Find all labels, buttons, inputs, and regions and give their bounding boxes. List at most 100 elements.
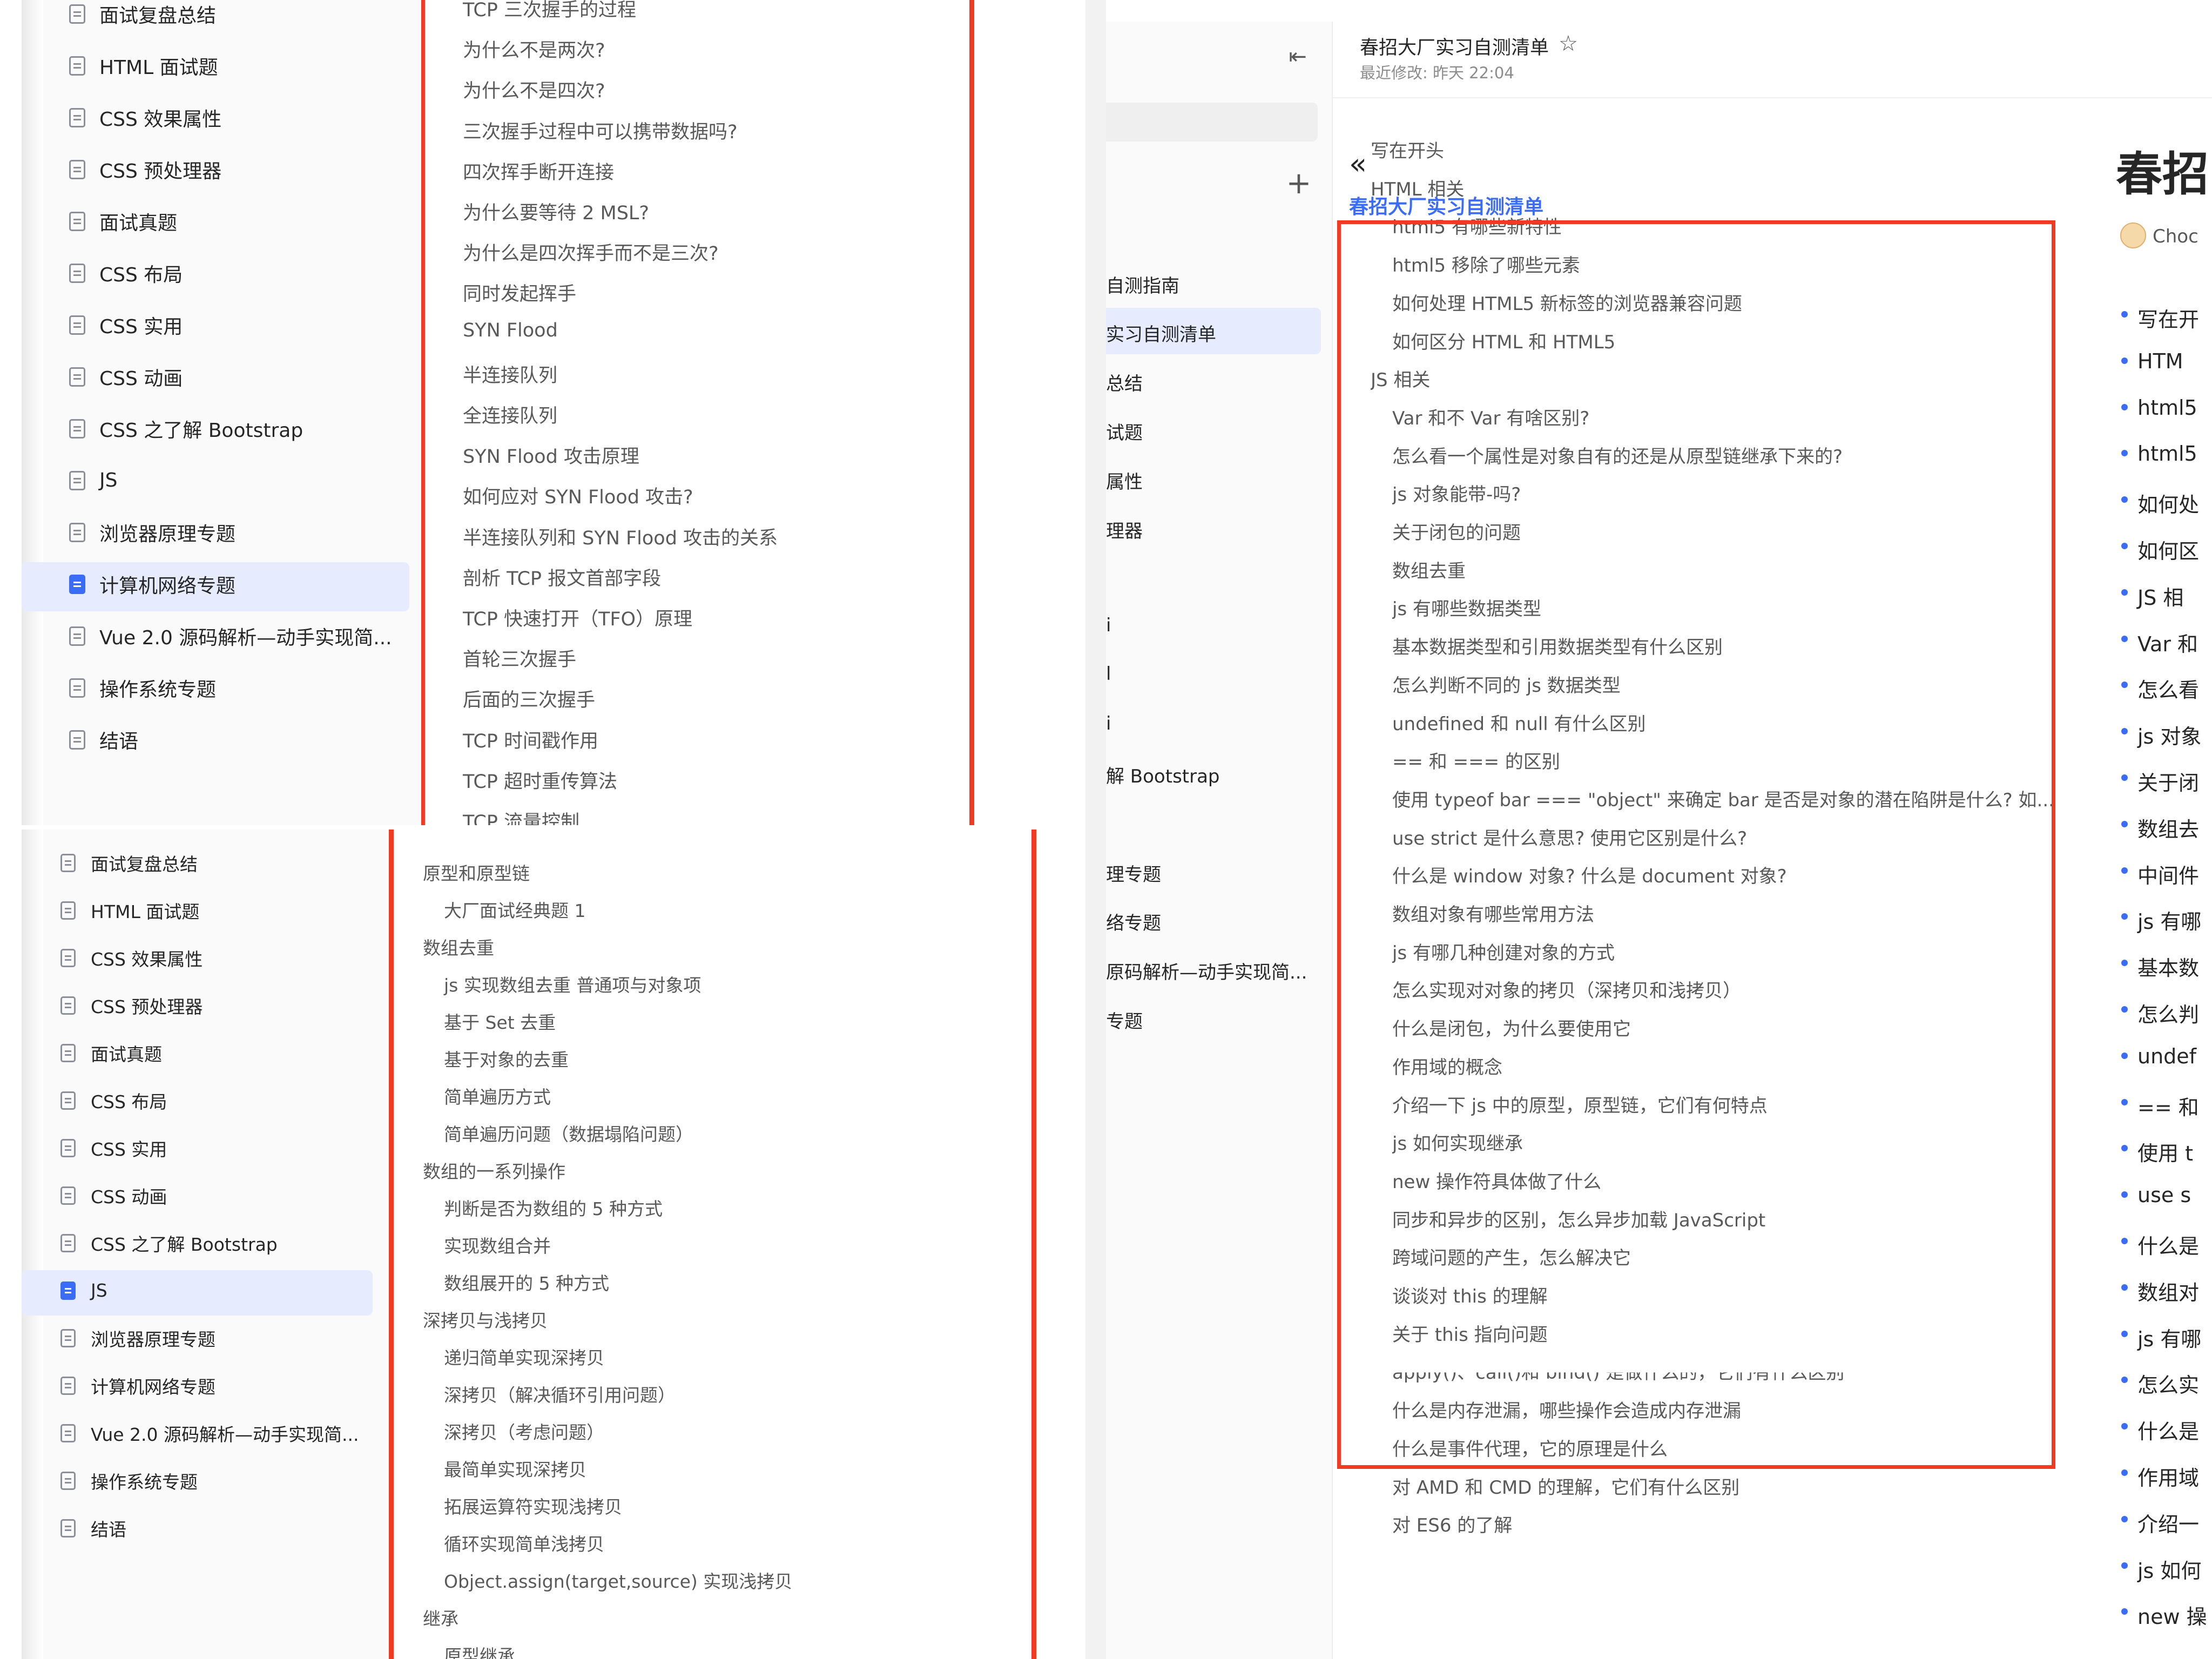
sidebar-item[interactable]: 理器 <box>1106 516 1143 543</box>
sidebar-item[interactable]: 试题 <box>1106 418 1143 444</box>
outline-item[interactable]: 同时发起挥手 <box>463 279 576 306</box>
outline-item[interactable]: 首轮三次握手 <box>463 644 576 672</box>
sidebar-item[interactable]: 原码解析—动手实现简... <box>1106 957 1307 984</box>
document-icon <box>60 996 76 1015</box>
sidebar-item-label: CSS 预处理器 <box>99 160 222 183</box>
outline-item[interactable]: 简单遍历方式 <box>444 1083 551 1109</box>
outline-item[interactable]: 深拷贝与浅拷贝 <box>423 1306 548 1332</box>
outline-item[interactable]: 拓展运算符实现浅拷贝 <box>444 1493 622 1519</box>
sidebar-item[interactable]: l <box>1106 663 1111 685</box>
outline-item[interactable]: 深拷贝（解决循环引用问题） <box>444 1381 676 1407</box>
sidebar-item[interactable]: CSS 动画 <box>69 363 183 390</box>
sidebar-item[interactable]: CSS 实用 <box>60 1136 167 1161</box>
sidebar-item[interactable]: 理专题 <box>1106 860 1161 886</box>
sidebar-item[interactable]: 计算机网络专题 <box>60 1373 215 1398</box>
outline-item[interactable]: TCP 时间戳作用 <box>463 726 598 753</box>
outline-item[interactable]: 原型继承 <box>444 1642 515 1659</box>
sidebar-item[interactable]: 自测指南 <box>1106 271 1179 298</box>
sidebar-item[interactable]: 操作系统专题 <box>69 675 216 702</box>
doc-modified: 最近修改: 昨天 22:04 <box>1360 64 1514 82</box>
outline-item[interactable]: 循环实现简单浅拷贝 <box>444 1530 604 1556</box>
outline-item[interactable]: SYN Flood 攻击原理 <box>463 441 639 469</box>
outline-item[interactable]: 判断是否为数组的 5 种方式 <box>444 1195 663 1220</box>
outline-item[interactable]: js 实现数组去重 普通项与对象项 <box>444 971 701 997</box>
outline-item[interactable]: 最简单实现深拷贝 <box>444 1455 586 1481</box>
outline-item[interactable]: 再来一道思否面试题 <box>444 829 604 838</box>
sidebar-item[interactable]: i <box>1106 615 1111 636</box>
sidebar-item[interactable]: 浏览器原理专题 <box>60 1326 215 1351</box>
outline-item[interactable]: 如何应对 SYN Flood 攻击? <box>463 482 693 509</box>
outline-item[interactable]: 递归简单实现深拷贝 <box>444 1344 604 1370</box>
sidebar-item[interactable]: Vue 2.0 源码解析—动手实现简... <box>69 623 392 650</box>
outline-item[interactable]: Object.assign(target,source) 实现浅拷贝 <box>444 1567 792 1593</box>
outline-item[interactable]: 半连接队列 <box>463 360 557 388</box>
sidebar-item[interactable]: HTML 面试题 <box>69 52 218 79</box>
sidebar-item[interactable]: CSS 效果属性 <box>60 946 203 970</box>
outline-item[interactable]: 基于 Set 去重 <box>444 1008 556 1034</box>
outline-item[interactable]: SYN Flood <box>463 320 558 341</box>
sidebar-item[interactable]: CSS 预处理器 <box>69 156 221 183</box>
outline-item[interactable]: 基于对象的去重 <box>444 1046 569 1071</box>
outline-item[interactable]: 后面的三次握手 <box>463 685 595 712</box>
doc-bullet-item: js 有哪 <box>2137 910 2202 934</box>
outline-item[interactable]: 四次挥手断开连接 <box>463 157 614 185</box>
outline-item[interactable]: 数组的一系列操作 <box>423 1157 565 1183</box>
star-icon[interactable]: ☆ <box>1559 31 1578 56</box>
outline-item[interactable]: 大厂面试经典题 1 <box>444 896 586 922</box>
sidebar-item[interactable]: 络专题 <box>1106 908 1161 935</box>
outline-item[interactable]: HTML 相关 <box>1371 174 1464 201</box>
sidebar-item[interactable]: 面试复盘总结 <box>69 1 216 28</box>
sidebar-item[interactable]: 结语 <box>69 726 138 753</box>
sidebar-item[interactable]: 浏览器原理专题 <box>69 519 235 546</box>
outline-item[interactable]: TCP 快速打开（TFO）原理 <box>463 604 692 631</box>
sidebar-item[interactable]: 计算机网络专题 <box>69 571 235 598</box>
outline-item[interactable]: 为什么不是四次? <box>463 76 605 103</box>
sidebar-item[interactable]: CSS 布局 <box>69 260 183 287</box>
outline-item[interactable]: 数组去重 <box>423 934 494 960</box>
sidebar-item[interactable]: CSS 布局 <box>60 1088 167 1113</box>
sidebar-item[interactable]: Vue 2.0 源码解析—动手实现简... <box>60 1421 359 1446</box>
sidebar-item[interactable]: CSS 之了解 Bootstrap <box>69 415 303 442</box>
sidebar-item[interactable]: 总结 <box>1106 369 1143 395</box>
outline-item[interactable]: 继承 <box>423 1604 458 1630</box>
document-icon <box>69 212 85 231</box>
sidebar-item[interactable]: CSS 实用 <box>69 312 183 339</box>
sidebar-item[interactable]: i <box>1106 713 1111 734</box>
sidebar-item-label: CSS 之了解 Bootstrap <box>91 1233 278 1255</box>
outline-item[interactable]: TCP 三次握手的过程 <box>463 0 636 22</box>
outline-item[interactable]: 三次握手过程中可以携带数据吗? <box>463 117 738 144</box>
outline-item[interactable]: 深拷贝（考虑问题） <box>444 1418 604 1444</box>
sidebar-item[interactable]: 解 Bootstrap <box>1106 761 1220 788</box>
outline-item[interactable]: 半连接队列和 SYN Flood 攻击的关系 <box>463 523 778 550</box>
outline-item[interactable]: 对 ES6 的了解 <box>1392 1510 1512 1537</box>
sidebar-item[interactable]: CSS 动画 <box>60 1183 167 1208</box>
outline-item[interactable]: 对 AMD 和 CMD 的理解，它们有什么区别 <box>1392 1473 1739 1499</box>
bullet-dot <box>2121 1377 2128 1384</box>
sidebar-item[interactable]: 专题 <box>1106 1007 1143 1033</box>
sidebar-item[interactable]: 面试真题 <box>60 1041 162 1065</box>
document-icon <box>69 315 85 335</box>
sidebar-item[interactable]: HTML 面试题 <box>60 898 199 923</box>
outline-item[interactable]: 原型和原型链 <box>423 859 530 885</box>
sidebar-item[interactable]: CSS 效果属性 <box>69 104 221 131</box>
outline-item[interactable]: 数组展开的 5 种方式 <box>444 1269 609 1295</box>
outline-item[interactable]: 剖析 TCP 报文首部字段 <box>463 563 661 591</box>
sidebar-item[interactable]: JS <box>60 1278 107 1303</box>
sidebar-item[interactable]: 操作系统专题 <box>60 1468 198 1493</box>
outline-item[interactable]: TCP 超时重传算法 <box>463 766 617 794</box>
sidebar-item[interactable]: 结语 <box>60 1516 126 1541</box>
outline-item[interactable]: 为什么不是两次? <box>463 35 605 63</box>
outline-item[interactable]: 实现数组合并 <box>444 1232 551 1258</box>
sidebar-item[interactable]: 面试真题 <box>69 208 177 235</box>
outline-item[interactable]: 简单遍历问题（数据塌陷问题） <box>444 1120 693 1146</box>
outline-item[interactable]: 写在开头 <box>1371 136 1444 163</box>
sidebar-item[interactable]: JS <box>69 467 117 494</box>
outline-item[interactable]: 为什么是四次挥手而不是三次? <box>463 238 719 266</box>
sidebar-item[interactable]: CSS 预处理器 <box>60 993 203 1018</box>
outline-item[interactable]: 全连接队列 <box>463 401 557 428</box>
sidebar-item[interactable]: 实习自测清单 <box>1106 320 1216 346</box>
outline-item[interactable]: 为什么要等待 2 MSL? <box>463 198 649 225</box>
sidebar-item[interactable]: 面试复盘总结 <box>60 851 198 875</box>
sidebar-item[interactable]: CSS 之了解 Bootstrap <box>60 1231 278 1256</box>
sidebar-item[interactable]: 属性 <box>1106 467 1143 494</box>
